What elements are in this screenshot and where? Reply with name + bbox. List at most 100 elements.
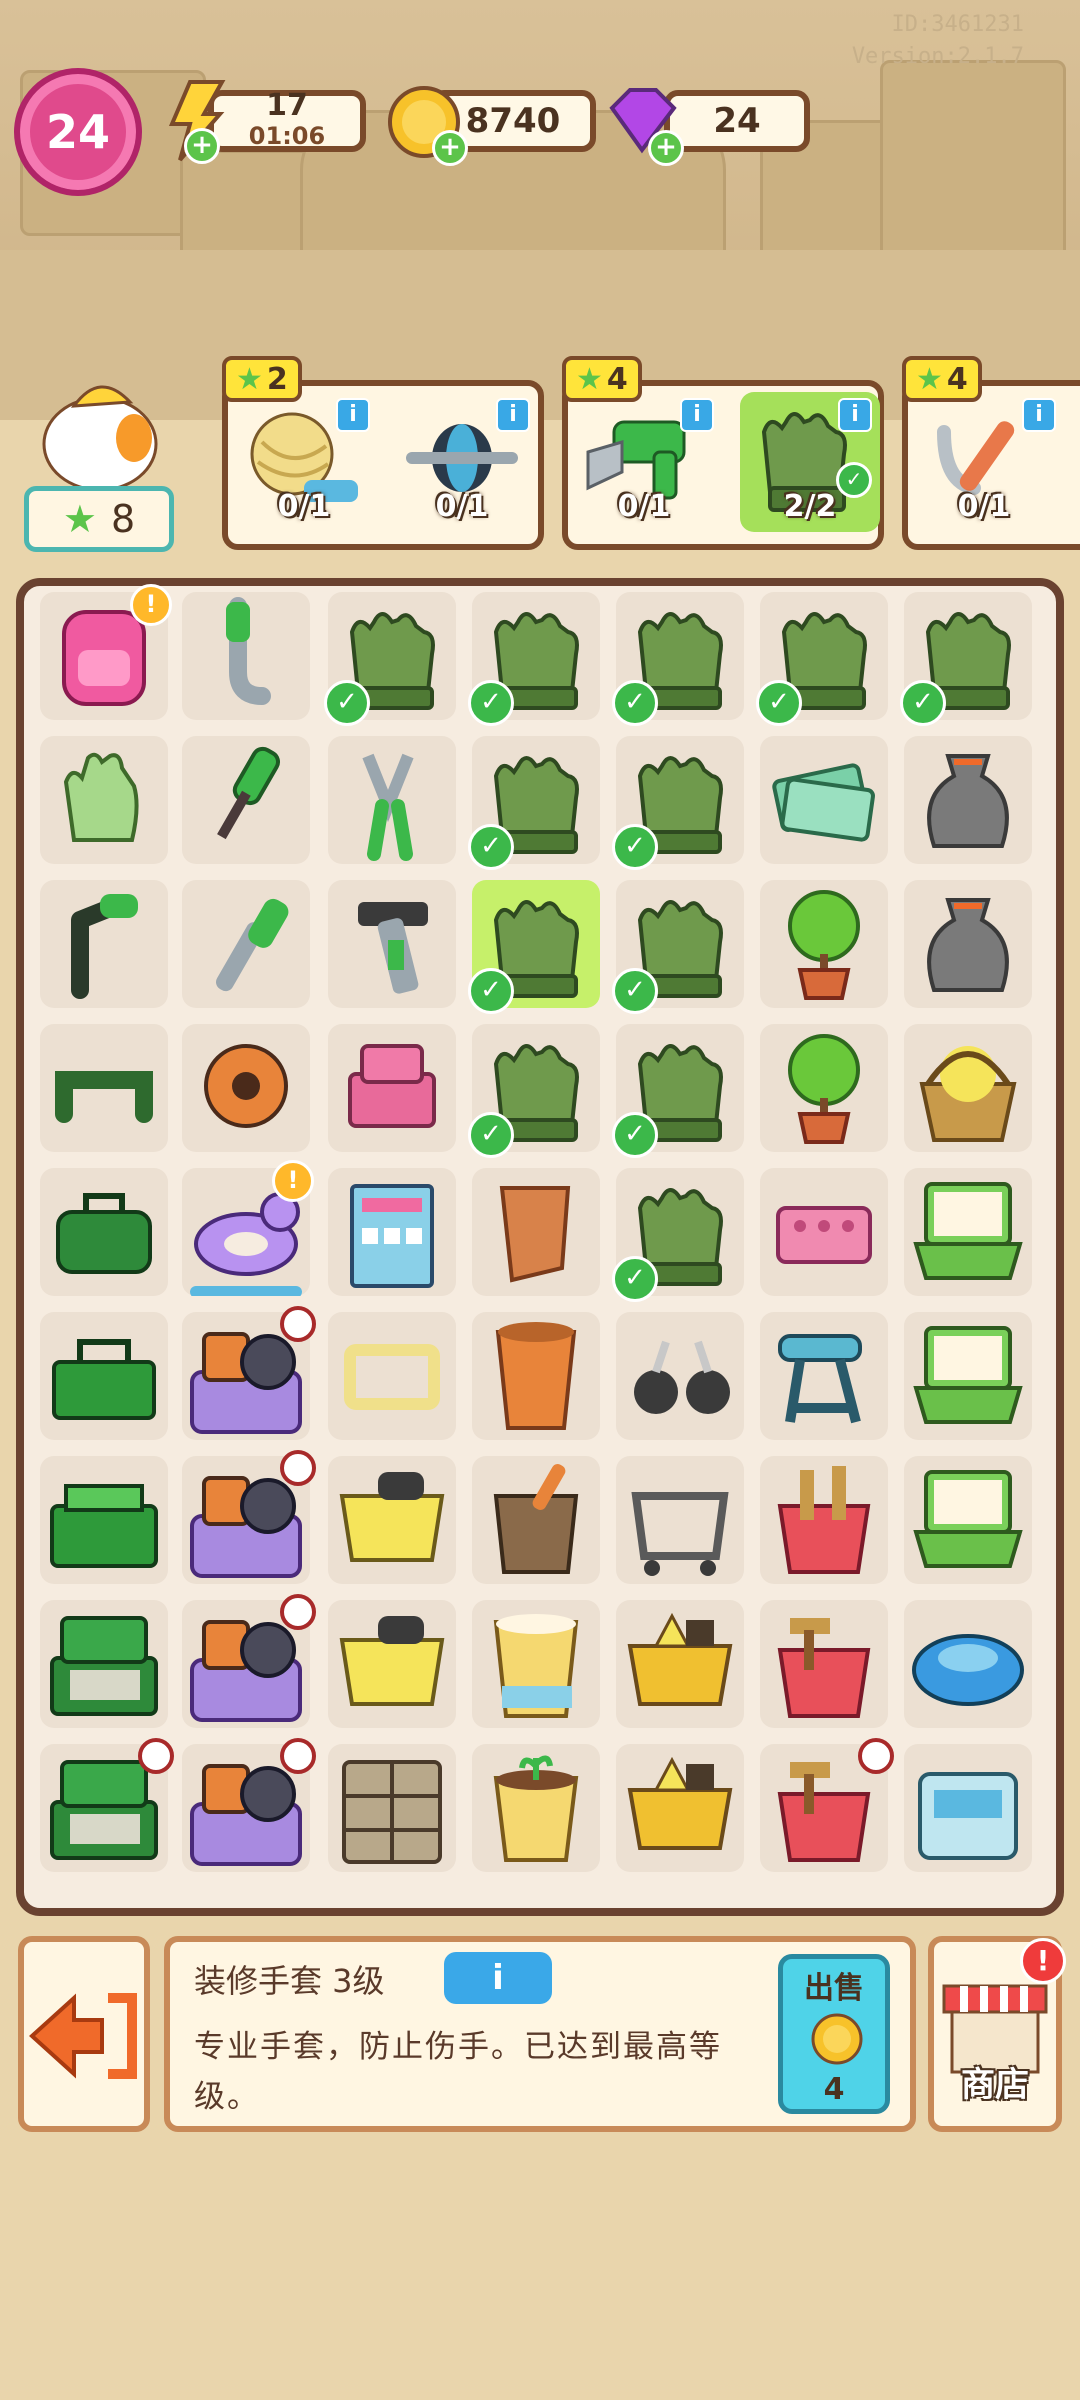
board-cell-cart-empty[interactable]: [616, 1456, 744, 1584]
check-icon: ✓: [612, 968, 658, 1014]
exit-button[interactable]: [18, 1936, 150, 2132]
board-cell-bucket-hammer-timer[interactable]: [760, 1738, 894, 1872]
check-icon: ✓: [612, 1112, 658, 1158]
wrench-icon: [216, 898, 289, 992]
bricks-icon: [348, 1044, 436, 1128]
worker-stars: ★ 8: [24, 486, 174, 552]
shop-button[interactable]: 商店 !: [928, 1936, 1066, 2132]
check-icon: ✓: [612, 824, 658, 870]
board-cell-bench[interactable]: [760, 1312, 888, 1440]
board-cell-gloves-selected[interactable]: ✓: [468, 880, 600, 1014]
potted-tree-icon: [788, 890, 860, 1000]
add-gems-button[interactable]: +: [648, 130, 684, 166]
board-cell-cart-gold[interactable]: [616, 1600, 744, 1728]
board-cell-potted-tree[interactable]: [760, 880, 888, 1008]
board-cell-flower-pot[interactable]: [472, 1312, 600, 1440]
sprout-bucket-icon: [493, 1755, 579, 1862]
board-cell-water-bucket[interactable]: [472, 1600, 600, 1728]
board-cell-cabinet[interactable]: [328, 1744, 456, 1872]
board-cell-pink-backpack[interactable]: !: [40, 584, 172, 720]
add-energy-button[interactable]: +: [184, 128, 220, 164]
board-cell-sack[interactable]: [904, 880, 1032, 1008]
board-cell-gloves-check[interactable]: ✓: [468, 592, 600, 726]
board-cell-cart-gold[interactable]: [616, 1744, 744, 1872]
board-cell-green-toolbox[interactable]: [40, 1312, 168, 1440]
order-1-yarn-info-button[interactable]: i: [336, 398, 370, 432]
board-cell-hex-key[interactable]: [40, 880, 168, 1008]
board-cell-clay-pot[interactable]: [472, 1168, 600, 1296]
item-info-button[interactable]: i: [444, 1952, 552, 2004]
board-cell-robot-vacuum[interactable]: [904, 1600, 1032, 1728]
board-cell-clutter-pile[interactable]: [182, 1738, 316, 1872]
board-cell-gloves-check[interactable]: ✓: [612, 592, 744, 726]
board-cell-clutter-pile[interactable]: [182, 1306, 316, 1440]
board-cell-gloves-check[interactable]: ✓: [756, 592, 888, 726]
board-cell-flower-basket[interactable]: [904, 1024, 1032, 1152]
board-cell-gloves-check[interactable]: ✓: [468, 736, 600, 870]
pink-brick-icon: [776, 1206, 872, 1264]
board-cell-pliers[interactable]: [328, 736, 456, 864]
cabinet-icon: [342, 1760, 442, 1864]
timer-icon: [280, 1450, 316, 1486]
board-cell-laptop[interactable]: [904, 1312, 1032, 1440]
board-cell-green-case[interactable]: [40, 1168, 168, 1296]
staple-icon: [55, 1071, 153, 1123]
pipe-icon: [226, 597, 271, 705]
board-cell-gloves-check[interactable]: ✓: [324, 592, 456, 726]
alert-icon: !: [130, 584, 172, 626]
timer-icon: [858, 1738, 894, 1774]
board-cell-building[interactable]: [328, 1168, 456, 1296]
board-cell-stacked-toolbox[interactable]: [40, 1600, 168, 1728]
order-2-saw-info-button[interactable]: i: [680, 398, 714, 432]
board-cell-bricks[interactable]: [328, 1024, 456, 1152]
board-cell-pink-brick[interactable]: [760, 1168, 888, 1296]
board-cell-frame[interactable]: [328, 1312, 456, 1440]
board-cell-laptop[interactable]: [904, 1168, 1032, 1296]
order-1-roller-info-button[interactable]: i: [496, 398, 530, 432]
board-cell-money[interactable]: [760, 736, 888, 864]
shop-alert-badge: !: [1020, 1938, 1066, 1984]
board-cell-bucket-tools[interactable]: [760, 1456, 888, 1584]
cart-dumbbell-icon: [339, 1616, 445, 1706]
board-cell-gloves-check[interactable]: ✓: [612, 1168, 744, 1302]
board-cell-gloves-check[interactable]: ✓: [612, 880, 744, 1014]
board-cell-staple[interactable]: [40, 1024, 168, 1152]
board-cell-wrench[interactable]: [182, 880, 310, 1008]
board-cell-gloves-check[interactable]: ✓: [612, 736, 744, 870]
board-cell-gloves-check[interactable]: ✓: [900, 592, 1032, 726]
exit-door-icon: [29, 1993, 137, 2079]
board-cell-laptop[interactable]: [904, 1456, 1032, 1584]
board-cell-open-toolbox[interactable]: [40, 1456, 168, 1584]
board-cell-cart-dumbbell[interactable]: [328, 1456, 456, 1584]
board-cell-screwdriver[interactable]: [182, 736, 310, 864]
board-cell-tape-roll[interactable]: [182, 1024, 310, 1152]
board-cell-clutter-pile[interactable]: [182, 1450, 316, 1584]
board-cell-light-glove[interactable]: [40, 736, 168, 864]
board-cell-appliance[interactable]: [904, 1744, 1032, 1872]
board-cell-potted-tree[interactable]: [760, 1024, 888, 1152]
board-cell-sprout-bucket[interactable]: [472, 1744, 600, 1872]
player-level-badge[interactable]: 24: [14, 68, 142, 196]
board-cell-clutter-pile[interactable]: [182, 1594, 316, 1728]
board-cell-pipe[interactable]: [182, 592, 310, 720]
board-cell-stacked-toolbox-timer[interactable]: [40, 1738, 174, 1872]
board-cell-sack[interactable]: [904, 736, 1032, 864]
board-cell-casters[interactable]: [616, 1312, 744, 1440]
check-icon: ✓: [612, 1256, 658, 1302]
stacked-toolbox-icon: [50, 1616, 158, 1716]
board-cell-unicorn-float[interactable]: !: [182, 1160, 314, 1298]
check-icon: ✓: [468, 968, 514, 1014]
sell-button[interactable]: 出售 4: [778, 1954, 890, 2114]
hex-key-icon: [71, 894, 138, 999]
board-cell-cart-dumbbell[interactable]: [328, 1600, 456, 1728]
order-3-pliers-info-button[interactable]: i: [1022, 398, 1056, 432]
board-cell-mortar[interactable]: [472, 1456, 600, 1584]
add-coins-button[interactable]: +: [432, 130, 468, 166]
board-cell-gloves-check[interactable]: ✓: [612, 1024, 744, 1158]
board-cell-bucket-hammer[interactable]: [760, 1600, 888, 1728]
board-cell-gloves-check[interactable]: ✓: [468, 1024, 600, 1158]
laptop-icon: [913, 1470, 1023, 1568]
order-2-gloves-info-button[interactable]: i: [838, 398, 872, 432]
board-cell-pipe-wrench[interactable]: [328, 880, 456, 1008]
item-title: 装修手套 3级: [194, 1962, 385, 2000]
